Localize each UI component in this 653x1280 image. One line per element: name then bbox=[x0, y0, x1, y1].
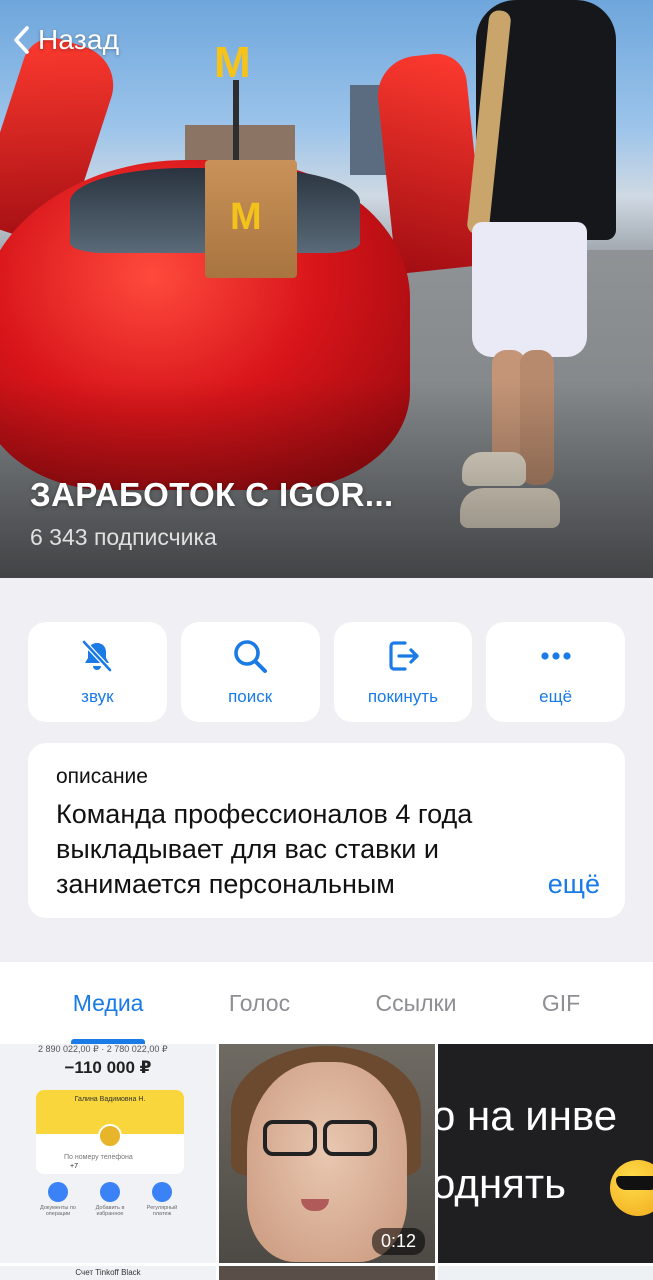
description-more-link[interactable]: ещё bbox=[521, 869, 600, 900]
person-shorts bbox=[472, 222, 587, 357]
back-label: Назад bbox=[38, 24, 120, 55]
tab-links[interactable]: Ссылки bbox=[376, 962, 457, 1044]
leave-label: покинуть bbox=[367, 687, 438, 706]
tab-media[interactable]: Медиа bbox=[70, 962, 146, 1044]
media-item-receipt[interactable]: 2 890 022,00 ₽ · 2 780 022,00 ₽ −110 000… bbox=[0, 1044, 216, 1263]
tab-voice[interactable]: Голос bbox=[229, 962, 290, 1044]
media-item-next[interactable] bbox=[219, 1266, 435, 1280]
sunglasses-emoji-icon bbox=[610, 1160, 653, 1216]
receipt-actions: Документы по операции Добавить в избранн… bbox=[36, 1182, 184, 1217]
receipt-bottom-caption: Счет Tinkoff Black bbox=[75, 1268, 141, 1277]
repeat-icon bbox=[152, 1182, 172, 1202]
receipt-card: Галина Вадимовна Н. По номеру телефона +… bbox=[36, 1090, 184, 1174]
search-icon bbox=[234, 640, 268, 673]
description-card: описание Команда профессионалов 4 года в… bbox=[28, 743, 625, 918]
chevron-left-icon bbox=[14, 26, 29, 54]
image-text-line: однять bbox=[438, 1160, 566, 1207]
media-item-next[interactable] bbox=[438, 1266, 653, 1280]
star-icon bbox=[100, 1182, 120, 1202]
sign-pole bbox=[233, 80, 239, 170]
media-grid: 2 890 022,00 ₽ · 2 780 022,00 ₽ −110 000… bbox=[0, 1044, 653, 1280]
more-icon bbox=[541, 652, 571, 660]
description-label: описание bbox=[56, 765, 148, 788]
leave-button[interactable]: покинуть bbox=[333, 622, 473, 722]
receipt-action-label: Регулярный платеж bbox=[146, 1205, 178, 1217]
search-label: поиск bbox=[228, 687, 273, 706]
more-label: ещё bbox=[539, 687, 573, 706]
channel-header-photo: M M Назад ЗАРАБОТОК С IGOR... 6 343 подп… bbox=[0, 0, 653, 578]
media-item-text-image[interactable]: о на инве однять bbox=[438, 1044, 653, 1263]
subscriber-count: 6 343 подписчика bbox=[30, 524, 217, 550]
glasses bbox=[323, 1120, 377, 1156]
document-icon bbox=[48, 1182, 68, 1202]
mute-label: звук bbox=[81, 687, 114, 706]
description-text: Команда профессионалов 4 года выкладывае… bbox=[56, 799, 473, 899]
leave-icon bbox=[389, 641, 419, 671]
receipt-phone-caption: По номеру телефона bbox=[64, 1154, 133, 1161]
receipt-action: Документы по операции bbox=[36, 1182, 80, 1217]
video-duration: 0:12 bbox=[371, 1228, 425, 1255]
receipt-phone: +7 bbox=[70, 1163, 78, 1170]
receipt-action: Добавить в избранное bbox=[88, 1182, 132, 1217]
action-bar: звук поиск покинуть ещё bbox=[28, 622, 625, 722]
media-item-next[interactable]: Счет Tinkoff Black bbox=[0, 1266, 216, 1280]
bag-logo: M bbox=[230, 196, 262, 238]
bell-slash-icon bbox=[82, 640, 113, 672]
mute-button[interactable]: звук bbox=[28, 622, 167, 722]
background-building bbox=[185, 125, 295, 165]
bank-logo-icon bbox=[98, 1124, 122, 1148]
receipt-amount: −110 000 ₽ bbox=[64, 1058, 152, 1077]
back-button[interactable]: Назад bbox=[12, 18, 119, 62]
receipt-action-label: Добавить в избранное bbox=[95, 1205, 125, 1217]
media-tabs: Медиа Голос Ссылки GIF bbox=[0, 962, 653, 1044]
glasses bbox=[263, 1120, 317, 1156]
search-button[interactable]: поиск bbox=[180, 622, 320, 722]
channel-title: ЗАРАБОТОК С IGOR... bbox=[30, 476, 394, 513]
more-button[interactable]: ещё bbox=[486, 622, 625, 722]
media-item-video[interactable]: 0:12 bbox=[219, 1044, 435, 1263]
image-text-line: о на инве bbox=[438, 1092, 618, 1139]
tab-gif[interactable]: GIF bbox=[542, 962, 580, 1044]
receipt-balances: 2 890 022,00 ₽ · 2 780 022,00 ₽ bbox=[38, 1044, 168, 1054]
receipt-action: Регулярный платеж bbox=[140, 1182, 184, 1217]
mcdonalds-sign: M bbox=[214, 38, 251, 87]
receipt-action-label: Документы по операции bbox=[40, 1205, 76, 1217]
